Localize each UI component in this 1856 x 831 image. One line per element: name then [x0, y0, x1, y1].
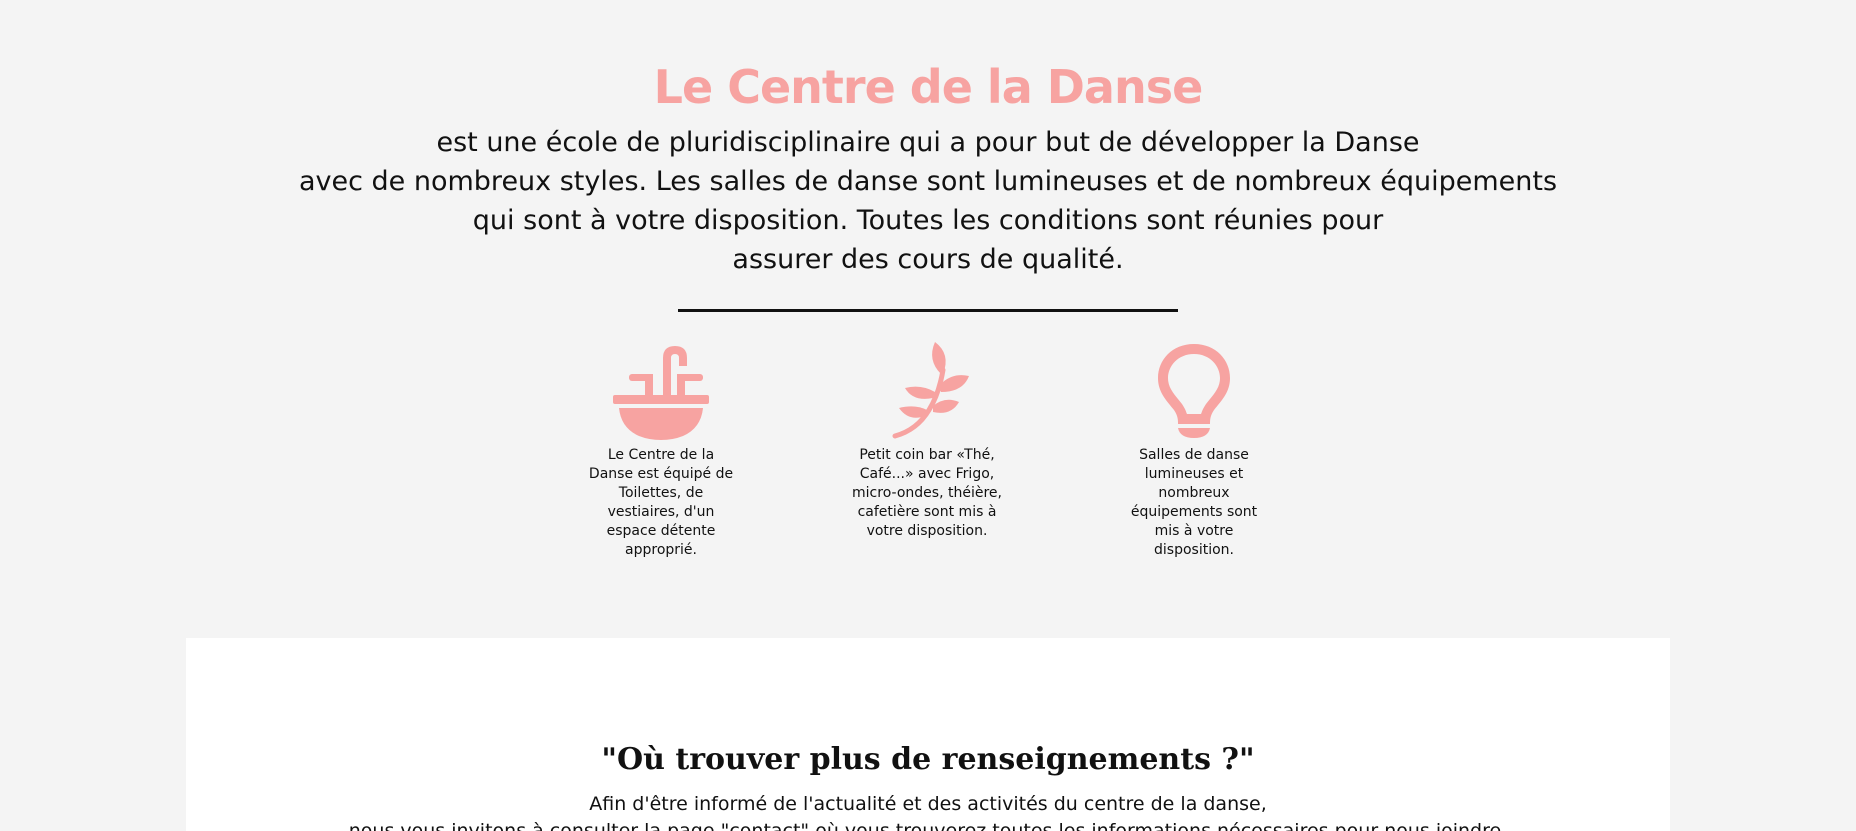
leaf-icon: [892, 342, 969, 439]
hero-description: est une école de pluridisciplinaire qui …: [0, 123, 1856, 279]
feature-text: Le Centre de la Danse est équipé de Toil…: [588, 447, 734, 558]
feature-text: Petit coin bar «Thé, Café...» avec Frigo…: [852, 447, 1002, 539]
sink-icon: [613, 346, 709, 440]
info-section: "Où trouver plus de renseignements ?" Af…: [186, 638, 1670, 831]
hero-title: Le Centre de la Danse: [653, 60, 1204, 114]
info-text-line: nous vous invitons à consulter la page "…: [348, 820, 1508, 831]
hero-description-line: est une école de pluridisciplinaire qui …: [436, 127, 1420, 158]
feature-rooms: Salles de danse lumineuses et nombreux é…: [1119, 340, 1269, 560]
feature-facilities: Le Centre de la Danse est équipé de Toil…: [586, 340, 736, 560]
feature-bar: Petit coin bar «Thé, Café...» avec Frigo…: [852, 340, 1002, 541]
info-title: "Où trouver plus de renseignements ?": [601, 742, 1255, 777]
info-text: Afin d'être informé de l'actualité et de…: [186, 791, 1670, 831]
hero-description-line: qui sont à votre disposition. Toutes les…: [472, 205, 1384, 236]
page: Le Centre de la Danse est une école de p…: [0, 0, 1856, 831]
hero-description-line: assurer des cours de qualité.: [732, 244, 1124, 275]
section-divider: [678, 309, 1178, 312]
lightbulb-icon: [1158, 344, 1230, 438]
info-text-line: Afin d'être informé de l'actualité et de…: [589, 793, 1267, 815]
feature-text: Salles de danse lumineuses et nombreux é…: [1130, 447, 1258, 558]
hero-description-line: avec de nombreux styles. Les salles de d…: [298, 166, 1558, 197]
